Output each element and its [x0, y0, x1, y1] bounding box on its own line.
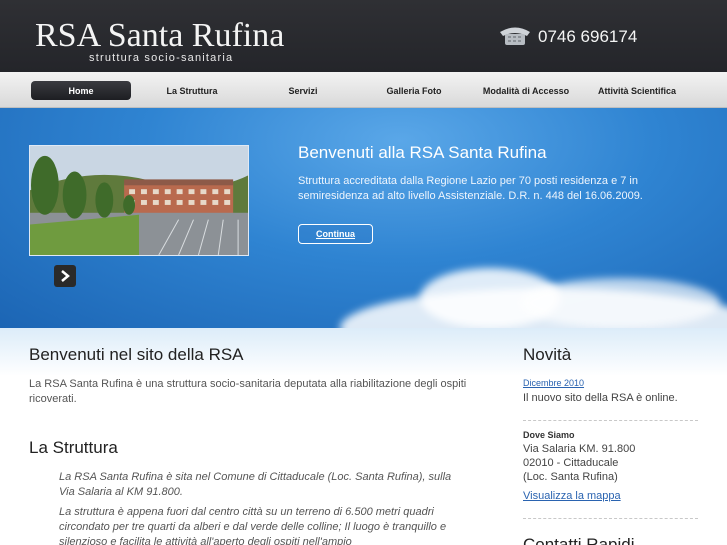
hero-text: Struttura accreditata dalla Regione Lazi…: [298, 175, 643, 202]
welcome-title: Benvenuti nel sito della RSA: [29, 345, 244, 364]
welcome-text: La RSA Santa Rufina è una struttura soci…: [29, 378, 467, 405]
news-title: Novità: [523, 345, 572, 364]
nav-item-servizi[interactable]: Servizi: [262, 81, 344, 100]
hero-banner: Benvenuti alla RSA Santa Rufina Struttur…: [0, 108, 727, 328]
intro-paragraph-2: La struttura è appena fuori dal centro c…: [59, 506, 447, 545]
continua-button[interactable]: Continua: [298, 224, 373, 244]
map-link[interactable]: Visualizza la mappa: [523, 490, 621, 502]
site-header: RSA Santa Rufina struttura socio-sanitar…: [0, 0, 727, 72]
hero-title: Benvenuti alla RSA Santa Rufina: [298, 143, 547, 162]
where-label: Dove Siamo: [523, 430, 575, 440]
main-nav: Home La Struttura Servizi Galleria Foto …: [0, 72, 727, 108]
sidebar-divider: [523, 518, 698, 519]
nav-item-la-struttura[interactable]: La Struttura: [146, 81, 238, 100]
nav-item-galleria-foto[interactable]: Galleria Foto: [373, 81, 455, 100]
phone-number: 0746 696174: [538, 27, 638, 46]
sidebar-divider: [523, 420, 698, 421]
section-title-la-struttura: La Struttura: [29, 438, 118, 457]
chevron-right-icon: [61, 270, 70, 282]
site-subtitle: struttura socio-sanitaria: [89, 52, 234, 64]
news-text: Il nuovo sito della RSA è online.: [523, 392, 678, 404]
nav-item-attivita-scientifica[interactable]: Attività Scientifica: [592, 81, 682, 100]
address-line-3: (Loc. Santa Rufina): [523, 471, 618, 483]
slider-next-button[interactable]: [54, 265, 76, 287]
telephone-icon: [500, 27, 530, 45]
nav-item-modalita-accesso[interactable]: Modalità di Accesso: [478, 81, 574, 100]
contacts-title: Contatti Rapidi: [523, 535, 635, 545]
news-date-link[interactable]: Dicembre 2010: [523, 378, 584, 388]
building-photo[interactable]: [29, 145, 249, 256]
site-title[interactable]: RSA Santa Rufina: [35, 17, 284, 55]
intro-paragraph-1: La RSA Santa Rufina è sita nel Comune di…: [59, 471, 452, 498]
nav-item-home[interactable]: Home: [31, 81, 131, 100]
address-line-2: 02010 - Cittaducale: [523, 457, 619, 469]
address-line-1: Via Salaria KM. 91.800: [523, 443, 636, 455]
